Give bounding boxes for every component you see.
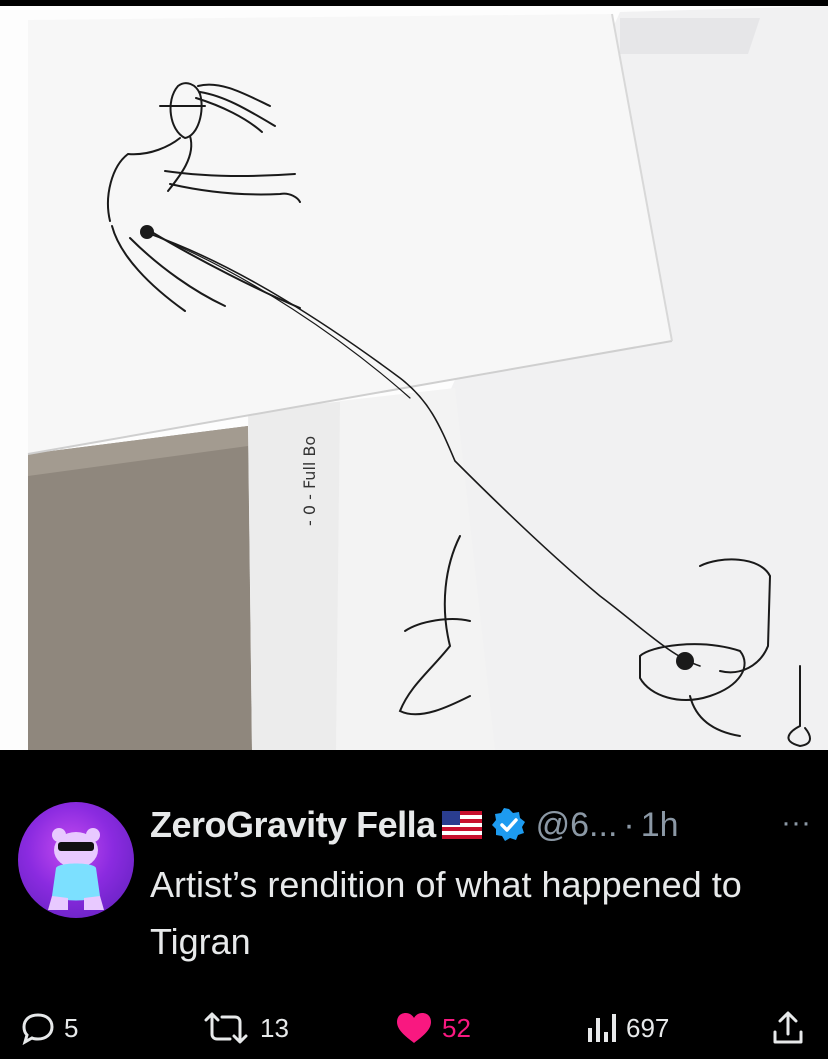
header-separator: · — [623, 805, 635, 844]
author-handle[interactable]: @6... — [536, 806, 618, 845]
reply-button[interactable]: 5 — [20, 1008, 78, 1048]
avatar-character-icon — [48, 828, 104, 910]
us-flag-icon — [441, 811, 482, 839]
retweet-icon — [204, 1012, 248, 1044]
share-button[interactable] — [770, 1008, 806, 1048]
strip-handwriting: - 0 - Full Bo — [300, 436, 319, 526]
heart-icon — [397, 1013, 431, 1043]
tweet-text: Artist’s rendition of what happened to T… — [150, 864, 742, 962]
sketch-photo: - 0 - Full Bo — [0, 6, 828, 750]
like-button[interactable]: 52 — [394, 1008, 471, 1048]
author-avatar[interactable] — [18, 802, 134, 918]
reply-icon — [22, 1013, 54, 1046]
retweet-button[interactable]: 13 — [200, 1008, 289, 1048]
more-options-button[interactable]: ··· — [774, 808, 818, 838]
tweet-header: ZeroGravity Fella @6... · 1h — [150, 800, 679, 850]
view-count: 697 — [626, 1012, 670, 1043]
share-upload-icon — [773, 1011, 803, 1044]
views-bar-chart-icon — [588, 1014, 616, 1042]
author-display-name[interactable]: ZeroGravity Fella — [150, 804, 436, 846]
reply-count: 5 — [64, 1012, 79, 1043]
tweet-timestamp[interactable]: 1h — [641, 806, 679, 845]
verified-badge-icon[interactable] — [491, 808, 526, 842]
tweet-actions-bar: 5 13 52 697 — [0, 1008, 828, 1048]
retweet-count: 13 — [260, 1012, 289, 1043]
tweet-card[interactable]: ZeroGravity Fella @6... · 1h ··· Artist’… — [0, 750, 828, 1059]
like-count: 52 — [442, 1012, 471, 1043]
views-button[interactable]: 697 — [584, 1008, 669, 1048]
tweet-media-image[interactable]: - 0 - Full Bo — [0, 6, 828, 750]
